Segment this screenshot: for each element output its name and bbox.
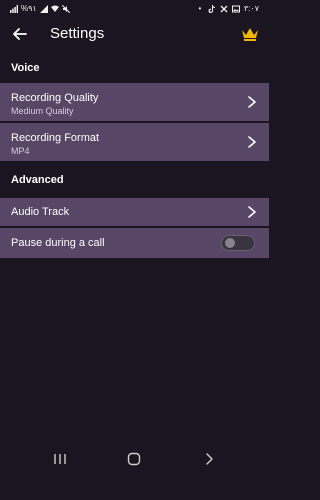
audio-track-label: Audio Track: [11, 206, 70, 218]
recording-format-label: Recording Format: [11, 132, 100, 144]
status-bar: %٩١ • ٣:٠٧: [0, 0, 269, 18]
chevron-right-icon: [248, 206, 256, 218]
arrow-left-icon[interactable]: [12, 26, 28, 42]
tiktok-icon: [208, 4, 215, 13]
chevron-right-icon: [248, 136, 256, 148]
status-left: %٩١: [10, 4, 70, 13]
system-nav-bar: [0, 440, 269, 500]
recording-quality-row[interactable]: Recording Quality Medium Quality: [0, 83, 269, 121]
chevron-right-icon: [248, 96, 256, 108]
recording-quality-label: Recording Quality: [11, 92, 99, 104]
signal-icon: [10, 4, 18, 13]
recording-format-row[interactable]: Recording Format MP4: [0, 123, 269, 161]
image-icon: [231, 5, 240, 12]
top-app-bar: Settings: [0, 18, 269, 52]
audio-track-row[interactable]: Audio Track: [0, 198, 269, 226]
clock: ٣:٠٧: [243, 4, 259, 13]
page-title: Settings: [50, 25, 105, 42]
crown-icon[interactable]: [241, 27, 259, 41]
toggle-knob: [225, 238, 235, 248]
status-right: • ٣:٠٧: [196, 4, 259, 13]
pause-during-call-toggle[interactable]: [221, 235, 255, 251]
recording-format-value: MP4: [11, 146, 30, 156]
recording-quality-value: Medium Quality: [11, 106, 74, 116]
mute-icon: [61, 4, 70, 13]
pause-during-call-row: Pause during a call: [0, 228, 269, 258]
battery-percent: %٩١: [21, 4, 37, 13]
pause-during-call-label: Pause during a call: [11, 237, 105, 249]
section-title-advanced: Advanced: [11, 174, 64, 186]
home-icon[interactable]: [124, 452, 144, 466]
dot-icon: •: [198, 3, 202, 13]
section-title-voice: Voice: [11, 62, 40, 74]
signal-bars-icon: [39, 4, 48, 13]
app-icon: [220, 5, 228, 12]
nav-back-icon[interactable]: [200, 452, 220, 466]
recents-icon[interactable]: [50, 452, 70, 466]
wifi-icon: [50, 5, 59, 12]
